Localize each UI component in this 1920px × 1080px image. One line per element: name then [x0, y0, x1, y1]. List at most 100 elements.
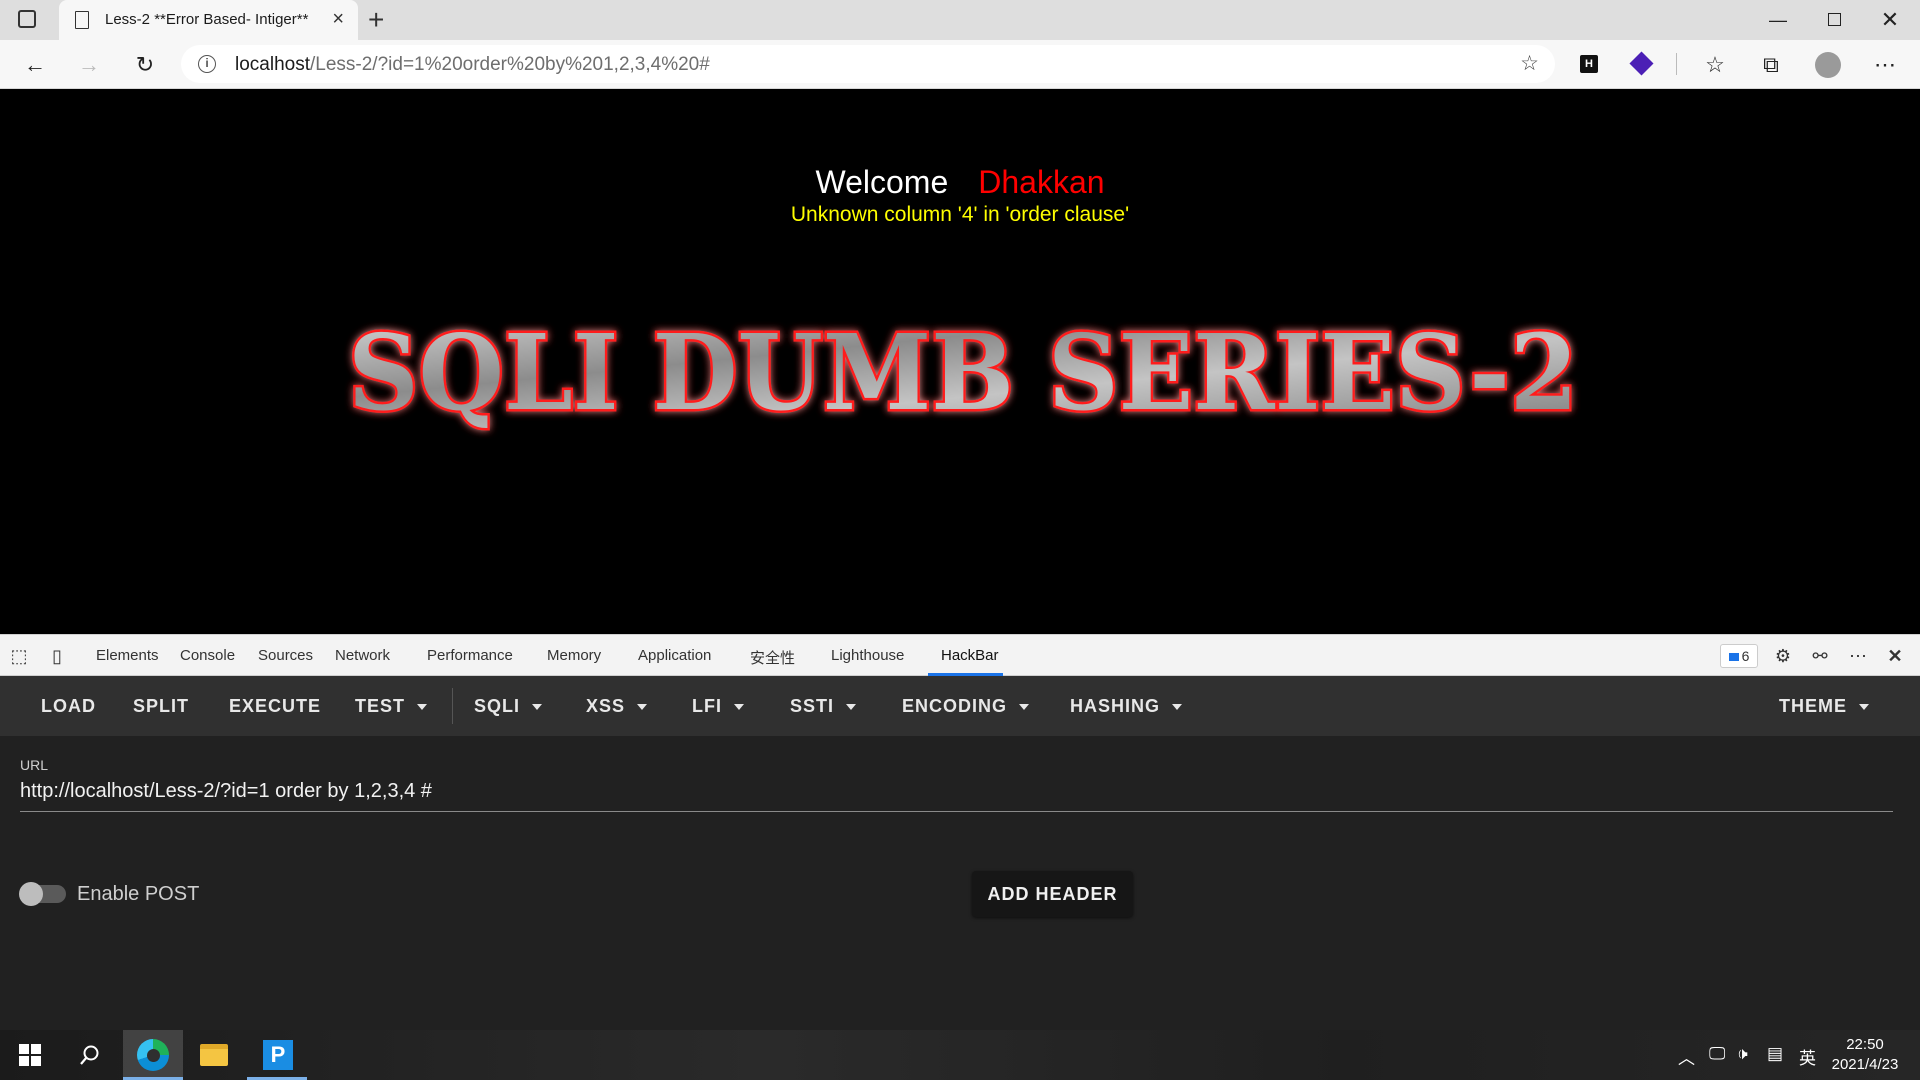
tab-network[interactable]: Network: [335, 647, 390, 664]
tab-elements[interactable]: Elements: [96, 647, 159, 664]
devtools-more-icon[interactable]: ⋯: [1845, 643, 1871, 669]
address-toolbar: ← → ↻ i localhost/Less-2/?id=1%20order%2…: [0, 40, 1920, 89]
username-text: Dhakkan: [978, 164, 1105, 200]
sqli-dropdown[interactable]: SQLI: [474, 696, 543, 717]
p-app-icon: P: [263, 1040, 293, 1070]
series-banner-image: SQLI DUMB SERIES-2: [346, 309, 1581, 437]
url-field-label: URL: [20, 757, 49, 773]
close-tab-icon[interactable]: ×: [332, 8, 344, 31]
load-button[interactable]: LOAD: [41, 696, 96, 717]
xss-label: XSS: [586, 696, 626, 716]
chevron-down-icon: [734, 704, 744, 711]
settings-gear-icon[interactable]: ⚙: [1770, 643, 1796, 669]
issues-count: 6: [1741, 648, 1750, 664]
clock-time: 22:50: [1846, 1036, 1884, 1053]
device-toolbar-icon[interactable]: ▯: [44, 643, 70, 669]
chevron-down-icon: [1172, 704, 1183, 711]
edge-icon-inner: [147, 1049, 160, 1062]
message-icon: [1728, 653, 1739, 661]
tab-hackbar[interactable]: HackBar: [941, 647, 999, 664]
search-button[interactable]: [60, 1030, 120, 1080]
browser-tab[interactable]: Less-2 **Error Based- Intiger** ×: [59, 0, 358, 40]
edge-taskbar-button[interactable]: [123, 1030, 183, 1080]
sql-error-message: Unknown column '4' in 'order clause': [790, 203, 1130, 226]
volume-icon[interactable]: 🕩: [1737, 1044, 1748, 1064]
close-devtools-icon[interactable]: ✕: [1882, 643, 1908, 669]
notification-icon[interactable]: ▤: [1767, 1044, 1783, 1064]
clock[interactable]: 22:50 2021/4/23: [1830, 1035, 1900, 1075]
lfi-label: LFI: [692, 696, 722, 716]
toolbar-divider: [452, 688, 453, 724]
windows-taskbar: P ︿ 🖵 🕩 ▤ 英 22:50 2021/4/23: [0, 1030, 1920, 1080]
phpstudy-taskbar-button[interactable]: P: [247, 1030, 307, 1080]
tab-performance[interactable]: Performance: [427, 647, 513, 664]
connection-icon[interactable]: ⚯: [1807, 643, 1833, 669]
search-icon: [80, 1045, 99, 1065]
ssti-label: SSTI: [790, 696, 835, 716]
page-content: Welcome Dhakkan Unknown column '4' in 'or…: [0, 89, 1920, 634]
encoding-label: ENCODING: [902, 696, 1008, 716]
start-button[interactable]: [0, 1030, 60, 1080]
execute-button[interactable]: EXECUTE: [229, 696, 321, 717]
site-info-icon[interactable]: i: [198, 55, 216, 73]
url-field[interactable]: http://localhost/Less-2/?id=1 order by 1…: [20, 780, 432, 803]
test-dropdown[interactable]: TEST: [355, 696, 428, 717]
tab-application[interactable]: Application: [638, 647, 711, 664]
extension-icon[interactable]: [1629, 51, 1654, 76]
theme-dropdown[interactable]: THEME: [1779, 696, 1869, 717]
address-bar[interactable]: i localhost/Less-2/?id=1%20order%20by%20…: [181, 45, 1555, 83]
enable-post-label: Enable POST: [77, 883, 200, 905]
collections-icon[interactable]: ⧉: [1756, 50, 1786, 80]
hackbar-toolbar: LOAD SPLIT EXECUTE TEST SQLI XSS LFI SST…: [0, 676, 1920, 736]
chevron-down-icon: [846, 704, 857, 711]
page-icon: [75, 11, 89, 29]
encoding-dropdown[interactable]: ENCODING: [902, 696, 1030, 717]
inspect-element-icon[interactable]: ⬚: [6, 643, 32, 669]
forward-icon[interactable]: →: [74, 50, 104, 80]
banner-text: SQLI DUMB SERIES-2: [348, 311, 1578, 434]
file-explorer-button[interactable]: [184, 1030, 244, 1080]
add-favorite-icon[interactable]: ☆: [1520, 51, 1539, 76]
windows-logo-icon: [19, 1044, 41, 1066]
sqli-label: SQLI: [474, 696, 521, 716]
tab-sources[interactable]: Sources: [258, 647, 313, 664]
refresh-icon[interactable]: ↻: [130, 50, 160, 80]
split-button[interactable]: SPLIT: [133, 696, 189, 717]
clock-date: 2021/4/23: [1831, 1056, 1899, 1073]
close-window-icon[interactable]: ✕: [1867, 4, 1913, 36]
show-hidden-icons[interactable]: ︿: [1678, 1044, 1695, 1069]
issues-badge[interactable]: 6: [1720, 644, 1758, 668]
hackbar-panel: URL http://localhost/Less-2/?id=1 order …: [0, 736, 1920, 1030]
tab-lighthouse[interactable]: Lighthouse: [831, 647, 904, 664]
new-tab-icon[interactable]: +: [368, 4, 384, 36]
tab-security[interactable]: 安全性: [750, 647, 795, 668]
chevron-down-icon: [417, 704, 428, 711]
url-text[interactable]: localhost/Less-2/?id=1%20order%20by%201,…: [235, 54, 710, 76]
chevron-down-icon: [1859, 704, 1869, 711]
network-icon[interactable]: 🖵: [1709, 1044, 1725, 1064]
url-field-underline: [20, 811, 1893, 812]
ssti-dropdown[interactable]: SSTI: [790, 696, 857, 717]
add-header-button[interactable]: ADD HEADER: [972, 871, 1133, 917]
folder-icon: [200, 1044, 228, 1066]
tab-title: Less-2 **Error Based- Intiger**: [105, 11, 309, 28]
hashing-dropdown[interactable]: HASHING: [1070, 696, 1183, 717]
theme-label: THEME: [1779, 696, 1847, 716]
browser-titlebar: Less-2 **Error Based- Intiger** × + — ✕: [0, 0, 1920, 40]
ime-indicator[interactable]: 英: [1799, 1044, 1816, 1069]
more-menu-icon[interactable]: ⋯: [1870, 50, 1900, 80]
xss-dropdown[interactable]: XSS: [586, 696, 648, 717]
tab-console[interactable]: Console: [180, 647, 235, 664]
favorites-icon[interactable]: ☆: [1700, 50, 1730, 80]
toggle-knob[interactable]: [19, 882, 43, 906]
toolbar-divider: [1676, 53, 1677, 75]
back-icon[interactable]: ←: [20, 50, 50, 80]
tab-actions-icon[interactable]: [18, 10, 36, 28]
chevron-down-icon: [637, 704, 648, 711]
lfi-dropdown[interactable]: LFI: [692, 696, 744, 717]
minimize-icon[interactable]: —: [1755, 4, 1801, 36]
maximize-icon[interactable]: [1811, 4, 1857, 36]
profile-avatar[interactable]: [1815, 52, 1841, 78]
hackbar-extension-icon[interactable]: H: [1580, 55, 1598, 73]
tab-memory[interactable]: Memory: [547, 647, 601, 664]
